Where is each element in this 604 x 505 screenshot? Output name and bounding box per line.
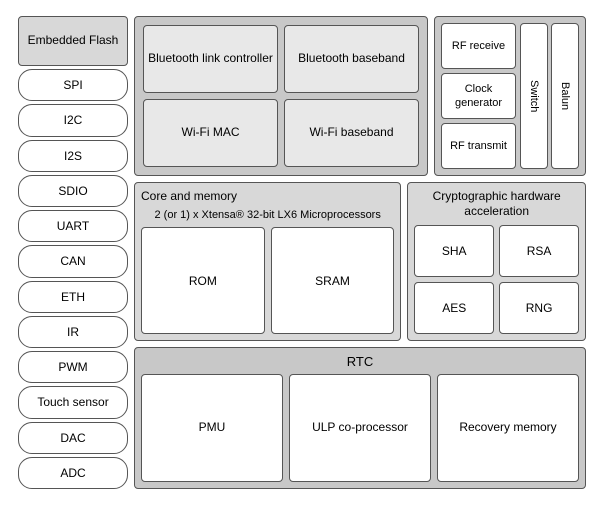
sidebar-item-i2s: I2S <box>18 140 128 172</box>
crypto-label: Cryptographic hardware acceleration <box>414 189 579 220</box>
wifi-baseband: Wi-Fi baseband <box>284 99 419 167</box>
main-content: Bluetooth link controller Bluetooth base… <box>134 16 586 489</box>
rf-section: RF receive Clock generator RF transmit S… <box>434 16 586 176</box>
sidebar-item-sdio: SDIO <box>18 175 128 207</box>
crypto-chips: SHA RSA AES RNG <box>414 225 579 334</box>
crypto-section: Cryptographic hardware acceleration SHA … <box>407 182 586 342</box>
sidebar-item-pwm: PWM <box>18 351 128 383</box>
rng-chip: RNG <box>499 282 579 334</box>
aes-chip: AES <box>414 282 494 334</box>
sidebar-item-eth: ETH <box>18 281 128 313</box>
rom-chip: ROM <box>141 227 265 334</box>
sram-chip: SRAM <box>271 227 395 334</box>
rsa-chip: RSA <box>499 225 579 277</box>
rf-main-col: RF receive Clock generator RF transmit <box>441 23 516 169</box>
sidebar-item-ir: IR <box>18 316 128 348</box>
sidebar-item-dac: DAC <box>18 422 128 454</box>
bluetooth-link-controller: Bluetooth link controller <box>143 25 278 93</box>
diagram: Embedded Flash SPI I2C I2S SDIO UART CAN… <box>12 10 592 495</box>
clock-generator: Clock generator <box>441 73 516 119</box>
sidebar-item-can: CAN <box>18 245 128 277</box>
sidebar: Embedded Flash SPI I2C I2S SDIO UART CAN… <box>18 16 128 489</box>
ulp-coprocessor-chip: ULP co-processor <box>289 374 431 482</box>
sidebar-item-uart: UART <box>18 210 128 242</box>
rtc-chips: PMU ULP co-processor Recovery memory <box>141 374 579 482</box>
core-chips: ROM SRAM <box>141 227 394 334</box>
recovery-memory-chip: Recovery memory <box>437 374 579 482</box>
wireless-section: Bluetooth link controller Bluetooth base… <box>134 16 428 176</box>
embedded-flash-title: Embedded Flash <box>18 16 128 66</box>
middle-row: Core and memory 2 (or 1) x Xtensa® 32-bi… <box>134 182 586 342</box>
switch-block: Switch <box>520 23 548 169</box>
rf-receive: RF receive <box>441 23 516 69</box>
sidebar-item-touch-sensor: Touch sensor <box>18 386 128 418</box>
core-label: Core and memory <box>141 189 394 203</box>
sidebar-item-adc: ADC <box>18 457 128 489</box>
rtc-section: RTC PMU ULP co-processor Recovery memory <box>134 347 586 489</box>
sidebar-item-i2c: I2C <box>18 104 128 136</box>
sha-chip: SHA <box>414 225 494 277</box>
rf-transmit: RF transmit <box>441 123 516 169</box>
top-row: Bluetooth link controller Bluetooth base… <box>134 16 586 176</box>
core-description: 2 (or 1) x Xtensa® 32-bit LX6 Microproce… <box>141 208 394 222</box>
rf-side-col: Switch Balun <box>520 23 579 169</box>
core-section: Core and memory 2 (or 1) x Xtensa® 32-bi… <box>134 182 401 342</box>
balun-block: Balun <box>551 23 579 169</box>
sidebar-item-spi: SPI <box>18 69 128 101</box>
rtc-label: RTC <box>141 354 579 369</box>
bluetooth-baseband: Bluetooth baseband <box>284 25 419 93</box>
pmu-chip: PMU <box>141 374 283 482</box>
wifi-mac: Wi-Fi MAC <box>143 99 278 167</box>
